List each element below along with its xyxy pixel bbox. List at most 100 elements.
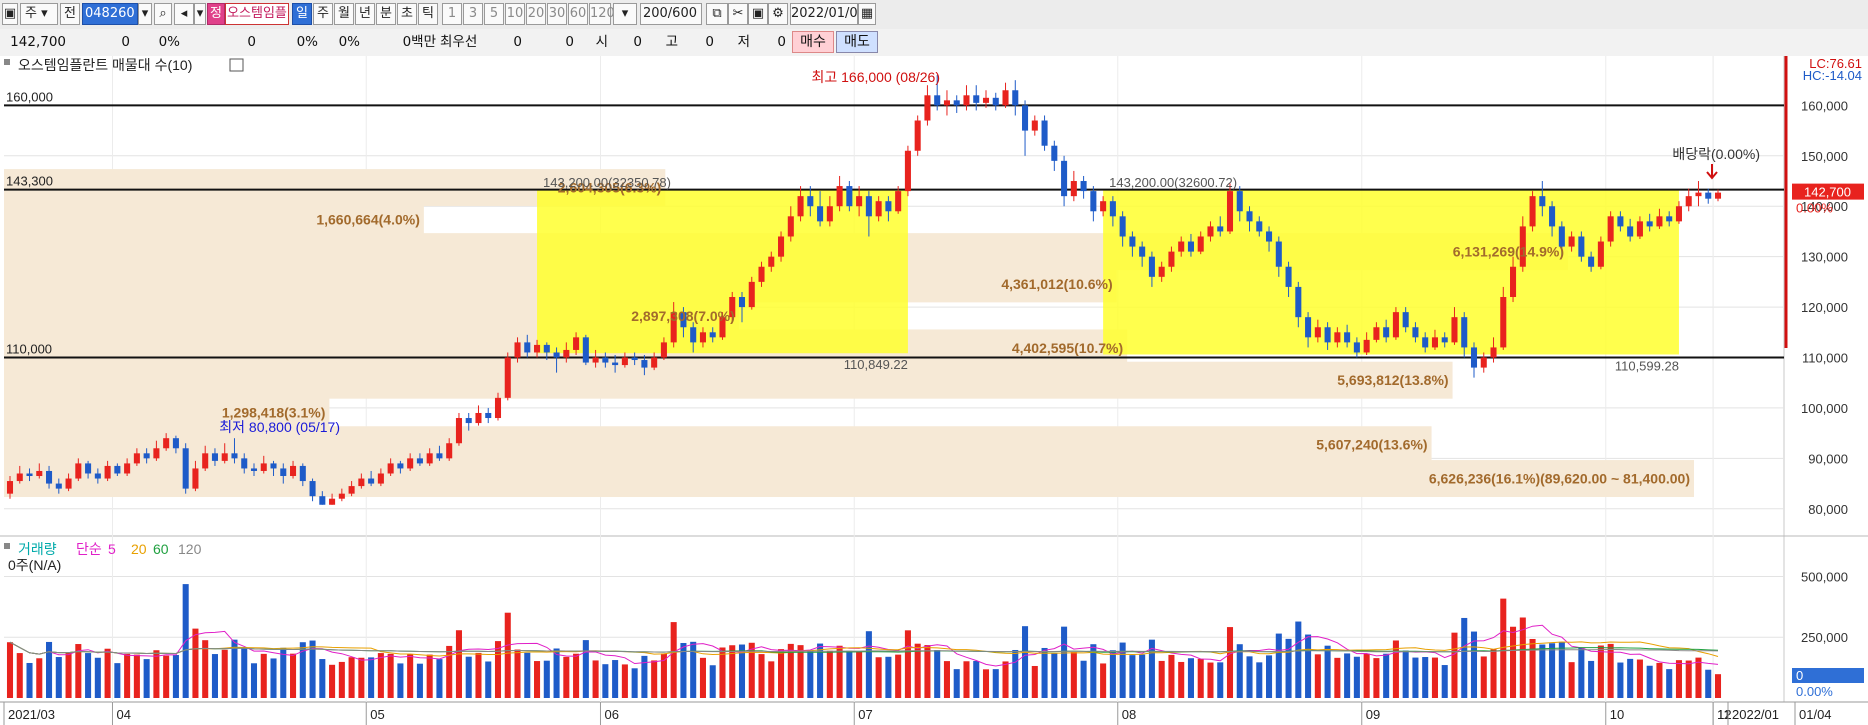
candle-body xyxy=(1158,266,1165,277)
tab-minute[interactable]: 분 xyxy=(376,3,396,25)
date-input[interactable]: 2022/01/04 xyxy=(790,3,866,25)
speaker-icon[interactable]: ◂ xyxy=(174,3,194,25)
candle-body xyxy=(817,206,824,222)
volume-bar xyxy=(504,612,511,698)
volume-bar xyxy=(582,640,589,698)
candle-body xyxy=(1568,236,1575,247)
prev-button[interactable]: 전 xyxy=(60,3,80,25)
chart-title: 오스템임플란트 매물대 수(10) xyxy=(18,57,192,73)
sell-button[interactable]: 매도 xyxy=(836,31,878,53)
candle-body xyxy=(758,266,765,282)
volume-bar xyxy=(875,657,882,698)
volume-bar xyxy=(1236,644,1243,698)
candle-body xyxy=(241,458,248,469)
volume-bar xyxy=(953,669,960,698)
interval-30[interactable]: 30 xyxy=(547,3,567,25)
save-icon[interactable]: ▣ xyxy=(748,3,768,25)
candle-body xyxy=(270,463,277,469)
volume-bar xyxy=(1031,665,1038,698)
period-select[interactable]: 주 ▾ xyxy=(20,3,58,25)
volume-bar xyxy=(260,653,267,698)
candle-body xyxy=(690,327,697,343)
volume-bar xyxy=(1187,658,1194,698)
candle-body xyxy=(1061,160,1068,197)
chevron-down-icon[interactable]: ▾ xyxy=(138,3,152,25)
volume-bar xyxy=(1431,657,1438,698)
interval-10[interactable]: 10 xyxy=(505,3,525,25)
search-icon[interactable]: ⌕ xyxy=(154,3,172,25)
candle-body xyxy=(1402,312,1409,328)
volume-bar xyxy=(1549,643,1556,698)
candle-body xyxy=(26,473,33,477)
interval-3[interactable]: 3 xyxy=(463,3,483,25)
candle-body xyxy=(329,498,336,505)
candle-body xyxy=(514,342,521,358)
x-tick-label: 12 xyxy=(1717,707,1731,722)
candle-body xyxy=(319,496,326,505)
volume-bar xyxy=(1402,650,1409,698)
candle-body xyxy=(1187,241,1194,252)
candle-body xyxy=(1666,216,1673,222)
candle-body xyxy=(202,453,209,469)
candle-body xyxy=(1217,226,1224,232)
volume-bar xyxy=(963,661,970,698)
chart-area[interactable]: 80,000 90,000 100,000 110,000 120,000 130,000… xyxy=(0,56,1868,725)
candle-body xyxy=(534,344,541,353)
tab-day[interactable]: 일 xyxy=(292,3,312,25)
count-input[interactable]: 200/600 xyxy=(640,3,702,25)
candle-body xyxy=(1510,266,1517,297)
volume-bar xyxy=(719,647,726,698)
tab-month[interactable]: 월 xyxy=(334,3,354,25)
volume-bar xyxy=(768,661,775,698)
candle-body xyxy=(1412,327,1419,338)
interval-60[interactable]: 60 xyxy=(568,3,588,25)
tab-second[interactable]: 초 xyxy=(397,3,417,25)
candle-body xyxy=(163,438,170,449)
info-pct2: 0% xyxy=(338,34,360,50)
candle-body xyxy=(485,412,492,419)
candle-body xyxy=(1588,256,1595,267)
interval-1[interactable]: 1 xyxy=(442,3,462,25)
candle-body xyxy=(602,357,609,363)
layout-icon[interactable]: ▣ xyxy=(2,3,18,25)
buy-button[interactable]: 매수 xyxy=(792,31,834,53)
candle-body xyxy=(153,448,160,459)
candle-body xyxy=(1051,145,1058,161)
tab-week[interactable]: 주 xyxy=(313,3,333,25)
tab-tick[interactable]: 틱 xyxy=(418,3,438,25)
volume-bar xyxy=(924,645,931,698)
volume-current: 0주(N/A) xyxy=(8,557,61,573)
candle-body xyxy=(299,465,306,482)
volume-bar xyxy=(1597,645,1604,698)
candle-body xyxy=(65,478,72,489)
candle-body xyxy=(563,349,570,358)
candle-body xyxy=(1685,196,1692,207)
tab-year[interactable]: 년 xyxy=(355,3,375,25)
candle-body xyxy=(436,453,443,459)
toolbar: ▣ 주 ▾ 전 048260 ▾ ⌕ ◂ ▾ 정 오스템임플 일 주 월 년 분… xyxy=(0,0,1868,30)
scissors-icon[interactable]: ✂ xyxy=(728,3,748,25)
candle-body xyxy=(1441,337,1448,343)
volume-bar xyxy=(65,652,72,698)
candle-body xyxy=(338,493,345,499)
candle-body xyxy=(943,100,950,106)
gear-icon[interactable]: ⚙ xyxy=(768,3,788,25)
candle-body xyxy=(660,342,667,358)
interval-120[interactable]: 120 xyxy=(589,3,615,25)
stock-code-input[interactable]: 048260 xyxy=(82,3,138,25)
candle-body xyxy=(651,357,658,368)
candle-body xyxy=(1119,216,1126,237)
candle-body xyxy=(621,357,628,366)
info-low: 0 xyxy=(777,34,786,50)
interval-5[interactable]: 5 xyxy=(484,3,504,25)
chevron-down-icon[interactable]: ▾ xyxy=(194,3,206,25)
volume-title: 거래량 xyxy=(18,541,57,557)
interval-20[interactable]: 20 xyxy=(526,3,546,25)
hc-label: HC:-14.04 xyxy=(1803,68,1862,83)
candle-body xyxy=(1236,191,1243,212)
calendar-icon[interactable]: ▦ xyxy=(858,3,876,25)
candle-body xyxy=(221,453,228,461)
chevron-down-icon[interactable]: ▾ xyxy=(613,3,637,25)
chart-settings-icon[interactable]: ⧉ xyxy=(706,3,728,25)
candle-body xyxy=(1226,191,1234,232)
